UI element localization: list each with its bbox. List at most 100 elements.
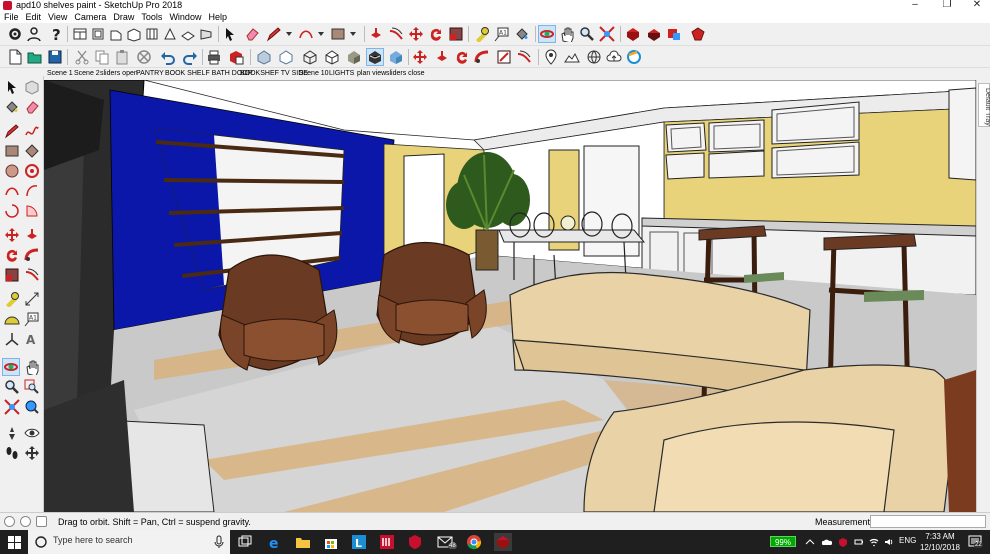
look-around-icon[interactable] [23, 424, 41, 442]
select-arrow-icon[interactable] [3, 78, 21, 96]
rectangle-dropdown-icon[interactable] [345, 26, 361, 42]
offset-icon[interactable] [23, 266, 41, 284]
iso-view-icon[interactable] [72, 26, 88, 42]
front-view-icon[interactable] [108, 26, 124, 42]
eraser-icon[interactable] [244, 26, 260, 42]
zoom-icon[interactable] [579, 26, 595, 42]
model-info-icon[interactable] [228, 49, 244, 65]
left-view-icon[interactable] [162, 26, 178, 42]
right-view-icon[interactable] [126, 26, 142, 42]
redo-icon[interactable] [182, 49, 198, 65]
gear-icon[interactable] [7, 26, 23, 42]
shaded-style-icon[interactable] [346, 49, 362, 65]
line-dropdown-icon[interactable] [281, 26, 297, 42]
rotate-icon[interactable] [3, 246, 21, 264]
pencil-line-icon[interactable] [266, 26, 282, 42]
back-edges-style-icon[interactable] [278, 49, 294, 65]
menu-view[interactable]: View [44, 11, 70, 23]
offset-icon-2[interactable] [516, 49, 532, 65]
freehand-icon[interactable] [23, 122, 41, 140]
previous-view-icon[interactable] [23, 398, 41, 416]
top-view-icon[interactable] [90, 26, 106, 42]
share-model-icon[interactable] [646, 26, 662, 42]
make-component-icon[interactable] [23, 78, 41, 96]
bottom-view-icon[interactable] [180, 26, 196, 42]
scene-tab-sliders-close[interactable]: sliders close [386, 68, 425, 80]
action-center-button[interactable]: 22 [968, 535, 983, 549]
menu-tools[interactable]: Tools [137, 11, 165, 23]
rotate-icon-2[interactable] [454, 49, 470, 65]
arc-icon[interactable] [3, 182, 21, 200]
layout-app-icon[interactable]: L [350, 533, 368, 551]
edge-browser-icon[interactable]: e [266, 533, 284, 551]
tape-measure-icon[interactable] [3, 290, 21, 308]
wireframe-style-icon[interactable] [302, 49, 318, 65]
chrome-icon[interactable] [465, 533, 483, 551]
model-viewport[interactable] [44, 80, 976, 512]
shaded-textures-style-icon[interactable] [366, 48, 384, 66]
paint-bucket-icon[interactable] [514, 26, 530, 42]
geolocation-icon[interactable] [4, 516, 15, 527]
menu-draw[interactable]: Draw [109, 11, 137, 23]
windows-start-button[interactable] [0, 530, 28, 554]
move-icon[interactable] [3, 226, 21, 244]
orbit-icon[interactable] [2, 358, 20, 376]
arc-icon[interactable] [298, 26, 314, 42]
paste-icon[interactable] [114, 49, 130, 65]
battery-indicator[interactable]: 99% [770, 536, 796, 547]
user-icon[interactable] [26, 26, 42, 42]
stylebuilder-icon[interactable] [378, 533, 396, 551]
menu-window[interactable]: Window [165, 11, 204, 23]
file-explorer-icon[interactable] [294, 533, 312, 551]
zoom-extents-icon[interactable] [3, 398, 21, 416]
text-tool-icon[interactable]: A1 [23, 310, 41, 328]
arc-dropdown-icon[interactable] [313, 26, 329, 42]
scale-icon[interactable] [3, 266, 21, 284]
scene-tab-plan-view[interactable]: plan view [357, 68, 386, 80]
extension-warehouse-icon[interactable] [690, 26, 706, 42]
rotate-icon[interactable] [428, 26, 444, 42]
eraser-icon[interactable] [23, 98, 41, 116]
task-view-icon[interactable] [236, 533, 254, 551]
cloud-upload-icon[interactable] [606, 49, 622, 65]
rectangle-icon[interactable] [330, 26, 346, 42]
xray-style-icon[interactable] [256, 49, 272, 65]
taskbar-search-input[interactable]: Type here to search [28, 530, 230, 554]
scene-tab-lights[interactable]: LIGHTS [329, 68, 354, 80]
zoom-extents-icon[interactable] [599, 26, 615, 42]
monochrome-style-icon[interactable] [388, 49, 404, 65]
three-point-arc-icon[interactable] [3, 202, 21, 220]
text-tool-icon[interactable]: A1 [494, 26, 510, 42]
paint-bucket-icon[interactable] [3, 98, 21, 116]
orbit-icon[interactable] [538, 25, 556, 43]
maximize-button[interactable]: ❐ [932, 0, 962, 11]
close-button[interactable]: ✕ [962, 0, 990, 11]
dimension-icon[interactable] [23, 290, 41, 308]
erase-selection-icon[interactable] [136, 49, 152, 65]
print-icon[interactable] [206, 49, 222, 65]
pie-icon[interactable] [23, 202, 41, 220]
terrain-icon[interactable] [564, 49, 580, 65]
push-pull-icon[interactable] [368, 26, 384, 42]
back-view-icon[interactable] [144, 26, 160, 42]
select-arrow-icon[interactable] [222, 26, 238, 42]
polygon-icon[interactable] [23, 162, 41, 180]
section-plane-icon[interactable] [23, 444, 41, 462]
offset-icon[interactable] [388, 26, 404, 42]
scene-tab-bookshef-tv-side[interactable]: BOOKSHEF TV SIDE [240, 68, 308, 80]
instructor-icon[interactable] [36, 516, 47, 527]
rotated-rectangle-icon[interactable] [23, 142, 41, 160]
add-location-icon[interactable] [543, 49, 559, 65]
push-pull-icon[interactable] [23, 226, 41, 244]
minimize-button[interactable]: – [900, 0, 930, 11]
default-tray-tab[interactable]: Default Tray [978, 83, 990, 127]
trimble-connect-icon[interactable] [626, 49, 642, 65]
system-clock[interactable]: 7:33 AM 12/10/2018 [917, 531, 963, 553]
tape-measure-icon[interactable] [474, 26, 490, 42]
scale-icon[interactable] [448, 26, 464, 42]
zoom-window-icon[interactable] [23, 378, 41, 396]
scene-tab-2[interactable]: Scene 2 [74, 68, 100, 80]
follow-me-icon[interactable] [23, 246, 41, 264]
credits-icon[interactable] [20, 516, 31, 527]
help-icon[interactable]: ? [48, 26, 64, 42]
